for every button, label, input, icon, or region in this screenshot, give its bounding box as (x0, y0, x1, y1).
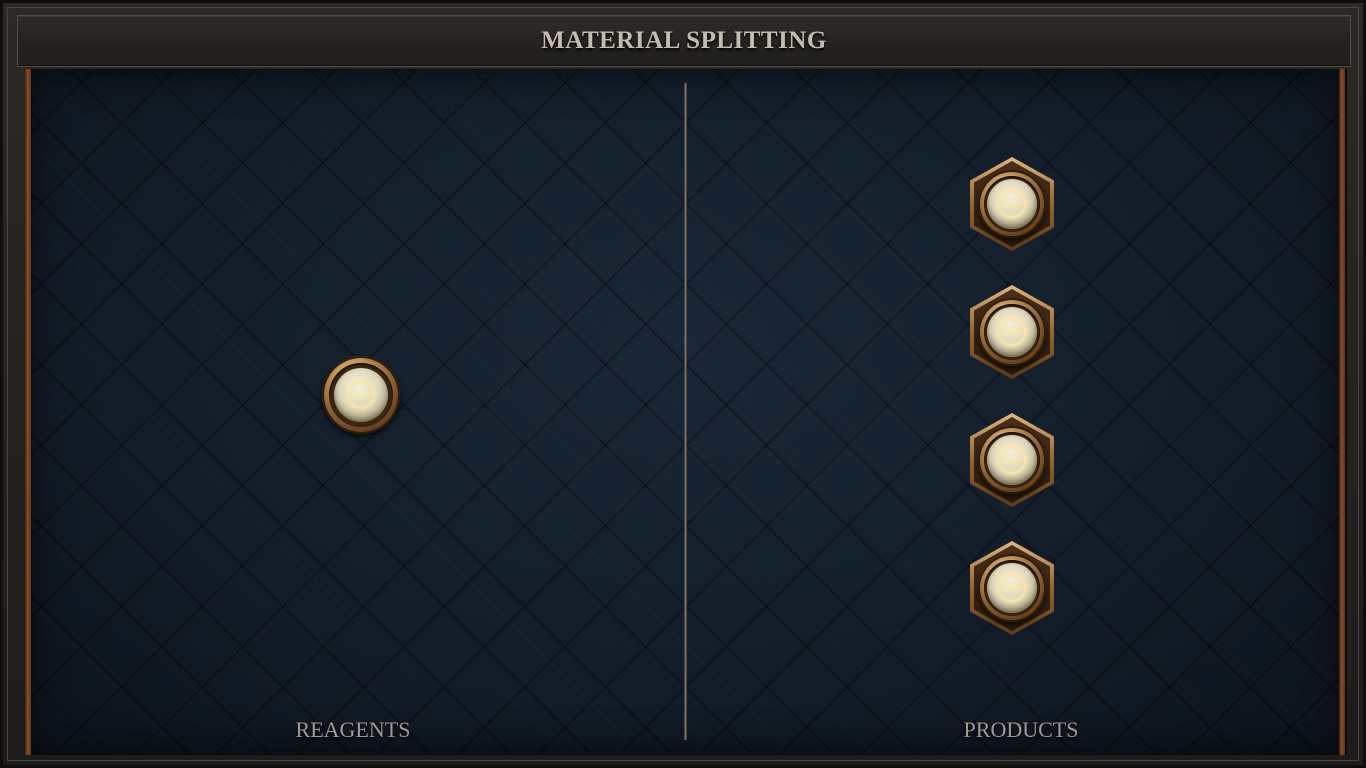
theta-rune-icon (998, 190, 1026, 218)
reagents-label: REAGENTS (295, 717, 411, 742)
reagent-slot[interactable] (321, 355, 401, 435)
theta-rune-icon (347, 381, 375, 409)
panel-divider (684, 83, 687, 740)
title-bar: MATERIAL SPLITTING (17, 15, 1351, 67)
product-slot-4[interactable] (970, 541, 1054, 635)
product-slot-2[interactable] (970, 285, 1054, 379)
left-copper-edge (25, 69, 31, 755)
theta-rune-icon (998, 318, 1026, 346)
right-copper-edge (1339, 69, 1345, 755)
theta-rune-icon (998, 446, 1026, 474)
product-slot-3[interactable] (970, 413, 1054, 507)
products-label: PRODUCTS (963, 717, 1079, 742)
material-splitting-window: MATERIAL SPLITTING REAGENTS PRODUCTS (0, 0, 1366, 768)
theta-rune-icon (998, 574, 1026, 602)
product-slot-1[interactable] (970, 157, 1054, 251)
window-title: MATERIAL SPLITTING (541, 27, 827, 54)
